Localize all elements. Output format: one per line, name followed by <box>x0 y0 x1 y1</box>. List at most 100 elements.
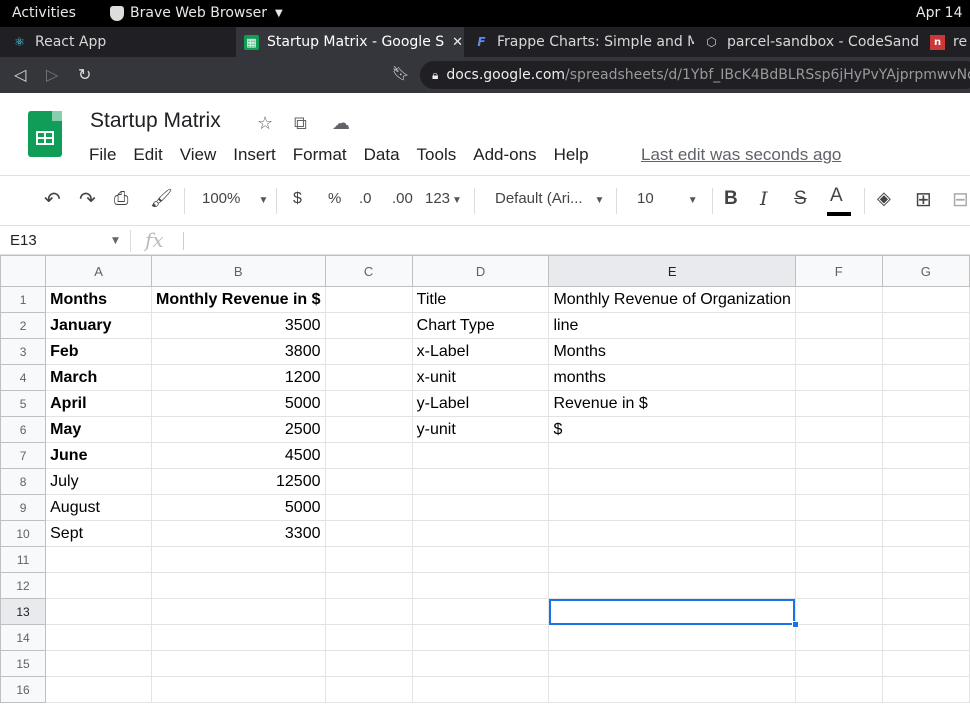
cell-f6[interactable] <box>794 416 883 443</box>
cell-c11[interactable] <box>324 546 413 573</box>
cell-e6[interactable]: $ <box>548 416 796 443</box>
cell-e2[interactable]: line <box>548 312 796 339</box>
cell-g1[interactable] <box>881 286 970 313</box>
menu-view[interactable]: View <box>180 145 217 165</box>
cell-b10[interactable]: 3300 <box>151 520 326 547</box>
menu-edit[interactable]: Edit <box>133 145 162 165</box>
cell-a10[interactable]: Sept <box>45 520 153 547</box>
cell-g4[interactable] <box>881 364 970 391</box>
row-header[interactable]: 3 <box>0 338 47 365</box>
column-header-a[interactable]: A <box>45 255 153 287</box>
cell-b9[interactable]: 5000 <box>151 494 326 521</box>
cell-c6[interactable] <box>324 416 413 443</box>
cell-d2[interactable]: Chart Type <box>411 312 550 339</box>
text-color-button[interactable]: A <box>830 185 843 207</box>
activities-button[interactable]: Activities <box>12 5 76 21</box>
cell-b2[interactable]: 3500 <box>151 312 326 339</box>
row-header[interactable]: 4 <box>0 364 47 391</box>
row-header[interactable]: 10 <box>0 520 47 547</box>
cell-a4[interactable]: March <box>45 364 153 391</box>
last-edit-link[interactable]: Last edit was seconds ago <box>641 145 841 165</box>
cell-c10[interactable] <box>324 520 413 547</box>
decrease-decimal-button[interactable]: .0 <box>359 190 372 207</box>
cell-d6[interactable]: y-unit <box>411 416 550 443</box>
cell-g12[interactable] <box>881 572 970 599</box>
cell-f14[interactable] <box>794 624 883 651</box>
reload-icon[interactable]: ↻ <box>78 65 91 84</box>
cell-f10[interactable] <box>794 520 883 547</box>
select-all-corner[interactable] <box>0 255 47 287</box>
cell-f4[interactable] <box>794 364 883 391</box>
url-field[interactable]: 🔒︎ docs.google.com/spreadsheets/d/1Ybf_I… <box>420 61 970 89</box>
bold-button[interactable]: B <box>724 188 738 210</box>
cell-b5[interactable]: 5000 <box>151 390 326 417</box>
cell-a3[interactable]: Feb <box>45 338 153 365</box>
cell-e1[interactable]: Monthly Revenue of Organization <box>548 286 796 313</box>
row-header[interactable]: 5 <box>0 390 47 417</box>
cell-e5[interactable]: Revenue in $ <box>548 390 796 417</box>
cell-f3[interactable] <box>794 338 883 365</box>
borders-icon[interactable]: ⊞ <box>915 187 932 212</box>
cell-b3[interactable]: 3800 <box>151 338 326 365</box>
fill-color-icon[interactable]: ◈ <box>877 188 891 209</box>
cell-a14[interactable] <box>45 624 153 651</box>
cell-f13[interactable] <box>794 598 883 625</box>
cell-d15[interactable] <box>411 650 550 677</box>
menu-format[interactable]: Format <box>293 145 347 165</box>
row-header[interactable]: 12 <box>0 572 47 599</box>
cell-b16[interactable] <box>151 676 326 703</box>
menu-data[interactable]: Data <box>364 145 400 165</box>
tab-react-app[interactable]: ⚛ React App <box>12 27 232 57</box>
cell-d8[interactable] <box>411 468 550 495</box>
column-header-g[interactable]: G <box>881 255 970 287</box>
font-family-select[interactable]: Default (Ari... ▼ <box>495 190 604 207</box>
cell-g6[interactable] <box>881 416 970 443</box>
cell-f5[interactable] <box>794 390 883 417</box>
bookmark-icon[interactable]: 🔖︎ <box>392 66 410 82</box>
more-formats-button[interactable]: 123 ▼ <box>425 190 462 207</box>
row-header[interactable]: 8 <box>0 468 47 495</box>
cell-c5[interactable] <box>324 390 413 417</box>
back-icon[interactable]: ◁ <box>14 65 26 84</box>
menu-insert[interactable]: Insert <box>233 145 276 165</box>
row-header[interactable]: 9 <box>0 494 47 521</box>
cell-g15[interactable] <box>881 650 970 677</box>
cell-c4[interactable] <box>324 364 413 391</box>
percent-format-button[interactable]: % <box>328 190 341 207</box>
row-header[interactable]: 2 <box>0 312 47 339</box>
menu-tools[interactable]: Tools <box>417 145 457 165</box>
cell-a8[interactable]: July <box>45 468 153 495</box>
cell-a2[interactable]: January <box>45 312 153 339</box>
strikethrough-button[interactable]: S <box>794 188 807 210</box>
cell-c14[interactable] <box>324 624 413 651</box>
cell-g14[interactable] <box>881 624 970 651</box>
cell-f15[interactable] <box>794 650 883 677</box>
name-box[interactable]: E13 <box>10 232 37 249</box>
cell-f7[interactable] <box>794 442 883 469</box>
cell-d12[interactable] <box>411 572 550 599</box>
cell-f11[interactable] <box>794 546 883 573</box>
cell-c2[interactable] <box>324 312 413 339</box>
cell-d14[interactable] <box>411 624 550 651</box>
cell-c13[interactable] <box>324 598 413 625</box>
cell-a1[interactable]: Months <box>45 286 153 313</box>
menu-file[interactable]: File <box>89 145 116 165</box>
move-folder-icon[interactable]: ⧉ <box>294 113 307 134</box>
italic-button[interactable]: I <box>760 188 768 210</box>
cell-e10[interactable] <box>548 520 796 547</box>
zoom-select[interactable]: 100% ▼ <box>202 190 268 207</box>
cell-b8[interactable]: 12500 <box>151 468 326 495</box>
menu-addons[interactable]: Add-ons <box>473 145 536 165</box>
cell-c3[interactable] <box>324 338 413 365</box>
cell-d4[interactable]: x-unit <box>411 364 550 391</box>
cell-b1[interactable]: Monthly Revenue in $ <box>151 286 326 313</box>
cell-b6[interactable]: 2500 <box>151 416 326 443</box>
cell-g7[interactable] <box>881 442 970 469</box>
column-header-b[interactable]: B <box>151 255 326 287</box>
tab-codesandbox[interactable]: ⬡ parcel-sandbox - CodeSandb <box>704 27 920 57</box>
star-icon[interactable]: ☆ <box>257 113 273 134</box>
cell-e13[interactable] <box>548 598 799 628</box>
cloud-saved-icon[interactable]: ☁ <box>332 113 350 134</box>
cell-a7[interactable]: June <box>45 442 153 469</box>
cell-f2[interactable] <box>794 312 883 339</box>
